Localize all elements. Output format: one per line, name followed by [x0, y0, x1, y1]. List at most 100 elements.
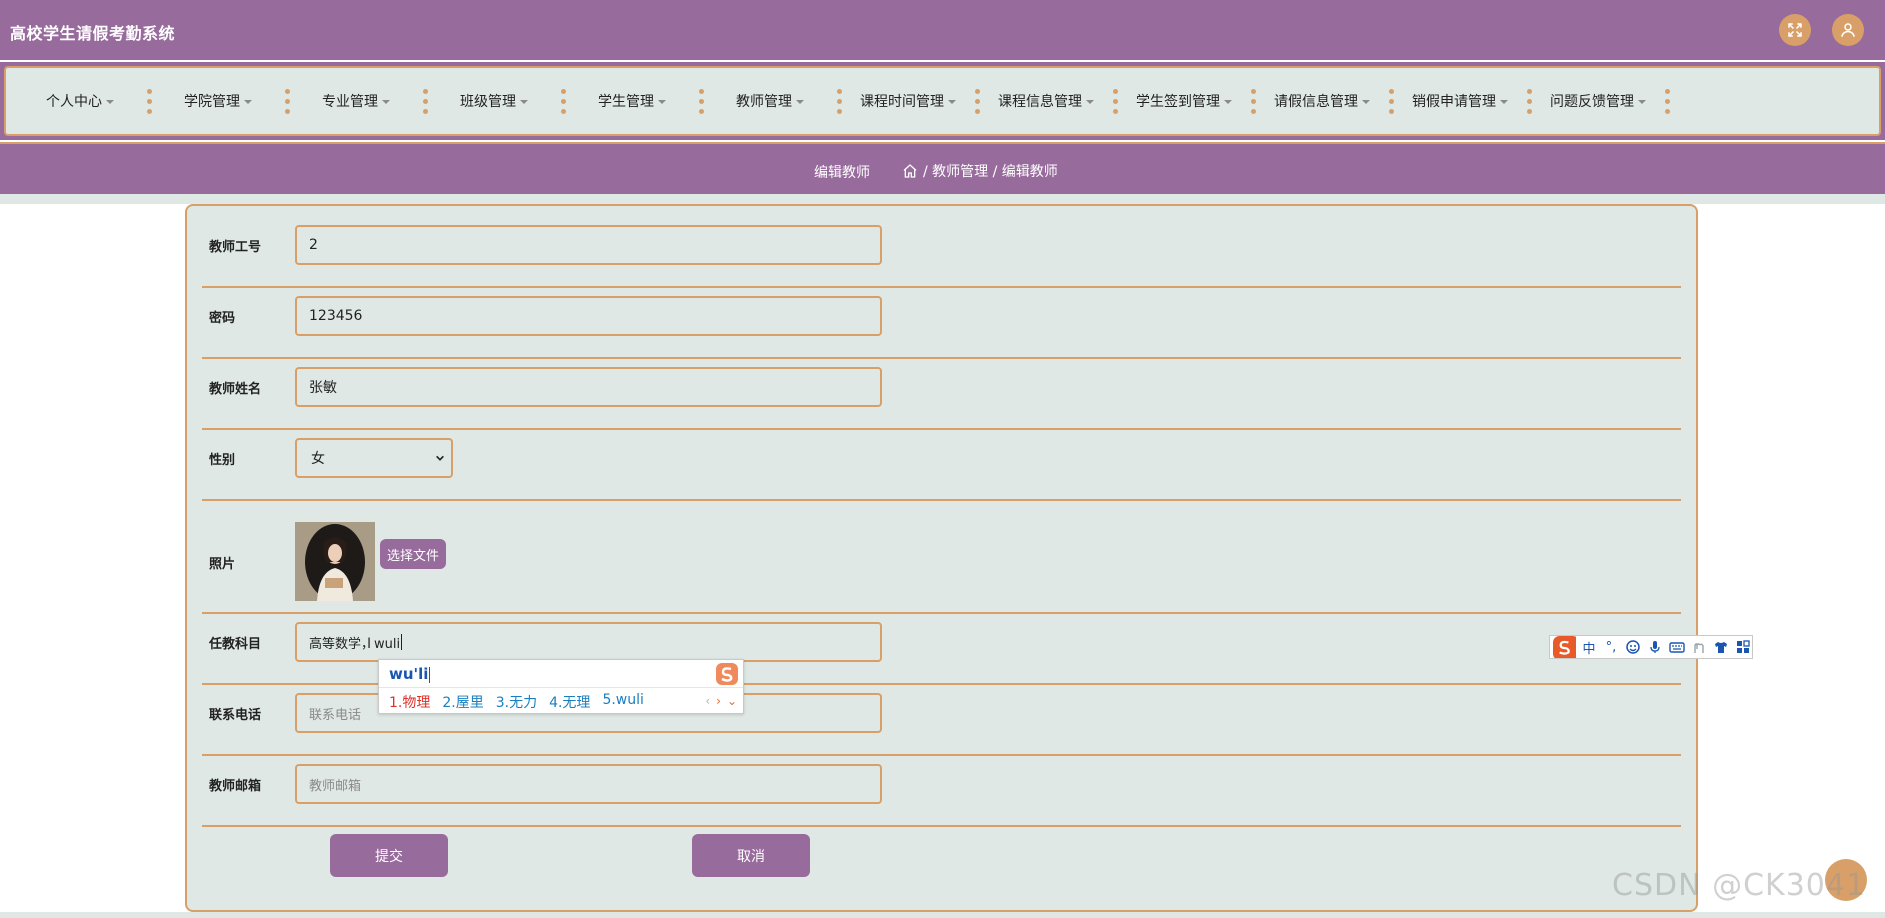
gender-select[interactable]: 女: [295, 438, 453, 478]
nav-label: 班级管理: [460, 94, 516, 110]
divider-strip: [0, 194, 1885, 204]
gender-selected-value: 女: [311, 451, 325, 467]
nav-divider: [1246, 88, 1260, 114]
subject-label: 任教科目: [209, 637, 262, 652]
password-input[interactable]: 123456: [295, 296, 882, 336]
form-row-email: 教师邮箱 教师邮箱: [202, 758, 1681, 827]
ime-candidate-window: wu'li 1.物理 2.屋里 3.无力 4.无理 5.wuli ‹ › ⌄: [378, 659, 744, 714]
nav-item-leave-info[interactable]: 请假信息管理: [1260, 68, 1398, 134]
chevron-down-icon[interactable]: ⌄: [727, 694, 737, 708]
caret-down-icon: [382, 100, 390, 104]
nav-item-personal[interactable]: 个人中心: [18, 68, 156, 134]
nav-divider: [142, 88, 156, 114]
handwriting-icon[interactable]: [1690, 637, 1708, 657]
keyboard-icon[interactable]: [1668, 637, 1686, 657]
form-row-password: 密码 123456: [202, 290, 1681, 359]
skin-icon[interactable]: [1712, 637, 1730, 657]
nav-label: 请假信息管理: [1274, 94, 1358, 110]
nav-label: 学生管理: [598, 94, 654, 110]
nav-divider: [280, 88, 294, 114]
ime-separator: [379, 687, 743, 688]
bottom-strip: [0, 912, 1885, 918]
chevron-right-icon[interactable]: ›: [716, 694, 721, 708]
fullscreen-icon: [1788, 23, 1802, 37]
teacher-id-input[interactable]: 2: [295, 225, 882, 265]
caret-down-icon: [796, 100, 804, 104]
ime-candidate[interactable]: 2.屋里: [442, 692, 483, 712]
ime-punctuation-toggle[interactable]: °,: [1602, 637, 1620, 657]
caret-down-icon: [1362, 100, 1370, 104]
nav-item-course-info[interactable]: 课程信息管理: [984, 68, 1122, 134]
caret-down-icon: [1638, 100, 1646, 104]
nav-item-teacher[interactable]: 教师管理: [708, 68, 846, 134]
nav-label: 课程时间管理: [860, 94, 944, 110]
emoji-icon[interactable]: [1624, 637, 1642, 657]
text-caret: [401, 634, 403, 650]
nav-label: 销假申请管理: [1412, 94, 1496, 110]
teacher-photo: [295, 522, 375, 601]
nav-divider: [1522, 88, 1536, 114]
nav-divider: [1660, 88, 1674, 114]
ime-toolbar: 中 °,: [1549, 635, 1753, 659]
subject-input[interactable]: 高等数学，wuli: [295, 622, 882, 662]
chevron-left-icon[interactable]: ‹: [705, 694, 710, 708]
form-row-photo: 照片 选择文件: [202, 503, 1681, 614]
nav-label: 专业管理: [322, 94, 378, 110]
nav-divider: [1384, 88, 1398, 114]
teacher-name-input[interactable]: 张敏: [295, 367, 882, 407]
watermark: CSDN @CK3041: [1612, 868, 1867, 903]
photo-label: 照片: [209, 557, 236, 572]
ime-composition-text: wu'li: [389, 665, 429, 683]
nav-wrapper: 个人中心 学院管理 专业管理 班级管理 学生管理 教师管理 课程时间管理 课程信…: [0, 62, 1885, 140]
app-title: 高校学生请假考勤系统: [10, 24, 176, 43]
ime-mode-toggle[interactable]: 中: [1580, 637, 1598, 657]
nav-divider: [418, 88, 432, 114]
ime-candidate[interactable]: 4.无理: [549, 692, 590, 712]
caret-down-icon: [1086, 100, 1094, 104]
microphone-icon[interactable]: [1646, 637, 1664, 657]
nav-item-student[interactable]: 学生管理: [570, 68, 708, 134]
email-input[interactable]: 教师邮箱: [295, 764, 882, 804]
toolbox-grid-icon[interactable]: [1734, 637, 1752, 657]
fullscreen-button[interactable]: [1779, 14, 1811, 46]
user-menu-button[interactable]: [1832, 14, 1864, 46]
submit-button[interactable]: 提交: [330, 834, 448, 877]
nav-label: 问题反馈管理: [1550, 94, 1634, 110]
user-icon: [1841, 23, 1855, 37]
page-title: 编辑教师: [814, 165, 870, 181]
breadcrumb-path: / 教师管理 / 编辑教师: [923, 164, 1058, 180]
home-icon[interactable]: [902, 163, 918, 179]
caret-down-icon: [106, 100, 114, 104]
ime-candidate[interactable]: 3.无力: [496, 692, 537, 712]
nav-divider: [1108, 88, 1122, 114]
caret-down-icon: [948, 100, 956, 104]
caret-down-icon: [658, 100, 666, 104]
nav-item-college[interactable]: 学院管理: [156, 68, 294, 134]
nav-label: 课程信息管理: [998, 94, 1082, 110]
nav-item-feedback[interactable]: 问题反馈管理: [1536, 68, 1674, 134]
nav-item-leave-cancel[interactable]: 销假申请管理: [1398, 68, 1536, 134]
nav-item-course-time[interactable]: 课程时间管理: [846, 68, 984, 134]
chevron-down-icon: [436, 455, 444, 461]
caret-down-icon: [244, 100, 252, 104]
cancel-button[interactable]: 取消: [692, 834, 810, 877]
ime-candidate[interactable]: 5.wuli: [602, 692, 643, 712]
sogou-logo-icon: [716, 663, 738, 685]
subject-input-text: 高等数学，wuli: [309, 636, 401, 652]
caret-down-icon: [1224, 100, 1232, 104]
ime-candidate[interactable]: 1.物理: [389, 692, 430, 712]
nav-item-checkin[interactable]: 学生签到管理: [1122, 68, 1260, 134]
breadcrumb-bar: 编辑教师 / 教师管理 / 编辑教师: [0, 142, 1885, 194]
caret-down-icon: [520, 100, 528, 104]
nav-divider: [970, 88, 984, 114]
ime-candidates: 1.物理 2.屋里 3.无力 4.无理 5.wuli: [389, 692, 644, 712]
choose-file-button[interactable]: 选择文件: [380, 539, 446, 569]
nav-item-class[interactable]: 班级管理: [432, 68, 570, 134]
phone-label: 联系电话: [209, 708, 262, 723]
nav-divider: [556, 88, 570, 114]
form-row-teacher-id: 教师工号 2: [202, 206, 1681, 288]
gender-label: 性别: [209, 453, 236, 468]
sogou-logo-icon[interactable]: [1552, 636, 1576, 658]
email-label: 教师邮箱: [209, 779, 262, 794]
nav-item-major[interactable]: 专业管理: [294, 68, 432, 134]
